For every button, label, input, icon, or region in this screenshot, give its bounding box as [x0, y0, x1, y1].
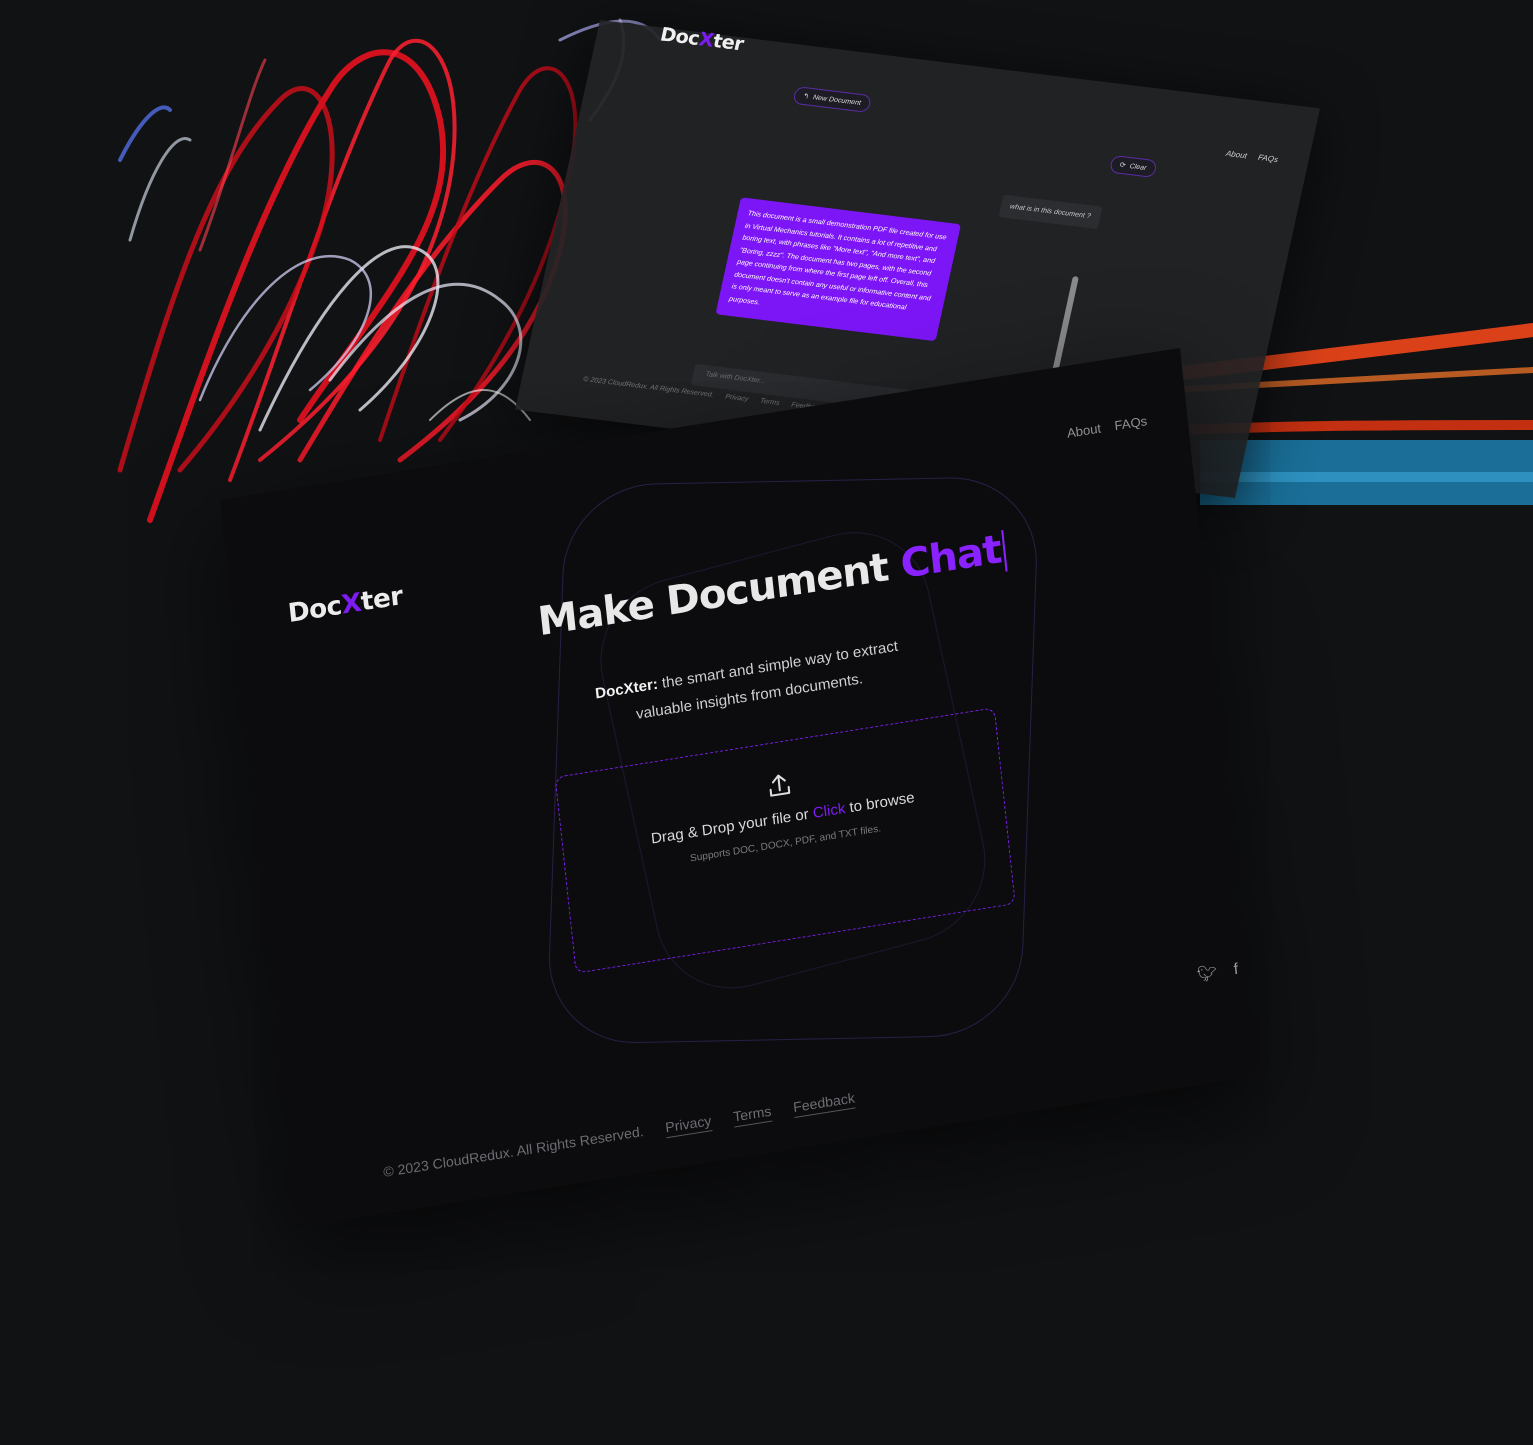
nav-faqs-link[interactable]: FAQs	[1114, 413, 1148, 433]
footer-link-privacy[interactable]: Privacy	[664, 1112, 713, 1139]
ai-response-bubble: This document is a small demonstration P…	[715, 197, 961, 342]
copyright-text: © 2023 CloudRedux. All Rights Reserved.	[382, 1123, 645, 1180]
front-logo[interactable]: DocXter	[287, 581, 404, 629]
nav-about-link[interactable]: About	[1066, 421, 1102, 441]
browse-link[interactable]: Click	[812, 800, 846, 822]
upload-icon	[769, 774, 791, 797]
user-message-bubble: what is in this document ?	[998, 194, 1102, 230]
facebook-icon[interactable]: f	[1233, 961, 1239, 978]
nav-faqs-link[interactable]: FAQs	[1257, 153, 1279, 164]
front-top-nav: About FAQs	[1056, 413, 1148, 442]
footer-link-terms[interactable]: Terms	[732, 1102, 773, 1128]
footer-link-privacy[interactable]: Privacy	[725, 393, 749, 403]
nav-about-link[interactable]: About	[1225, 149, 1248, 160]
chat-input-placeholder: Talk with DocXter...	[704, 371, 766, 386]
refresh-icon: ⟳	[1118, 161, 1127, 170]
upload-screen: DocXter About FAQs Make Document Chat Do…	[220, 347, 1258, 1228]
scene: DocXter About FAQs ↰ New Document ⟳ Clear …	[0, 0, 1533, 1445]
return-arrow-icon: ↰	[802, 93, 810, 101]
new-document-button[interactable]: ↰ New Document	[792, 86, 872, 113]
footer-link-feedback[interactable]: Feedback	[792, 1089, 856, 1119]
twitter-icon[interactable]: 🐦︎	[1196, 964, 1218, 984]
front-social-links: 🐦︎ f	[1184, 959, 1239, 987]
clear-button[interactable]: ⟳ Clear	[1108, 154, 1158, 178]
back-top-nav: About FAQs	[1216, 148, 1279, 164]
footer-link-terms[interactable]: Terms	[759, 398, 780, 407]
